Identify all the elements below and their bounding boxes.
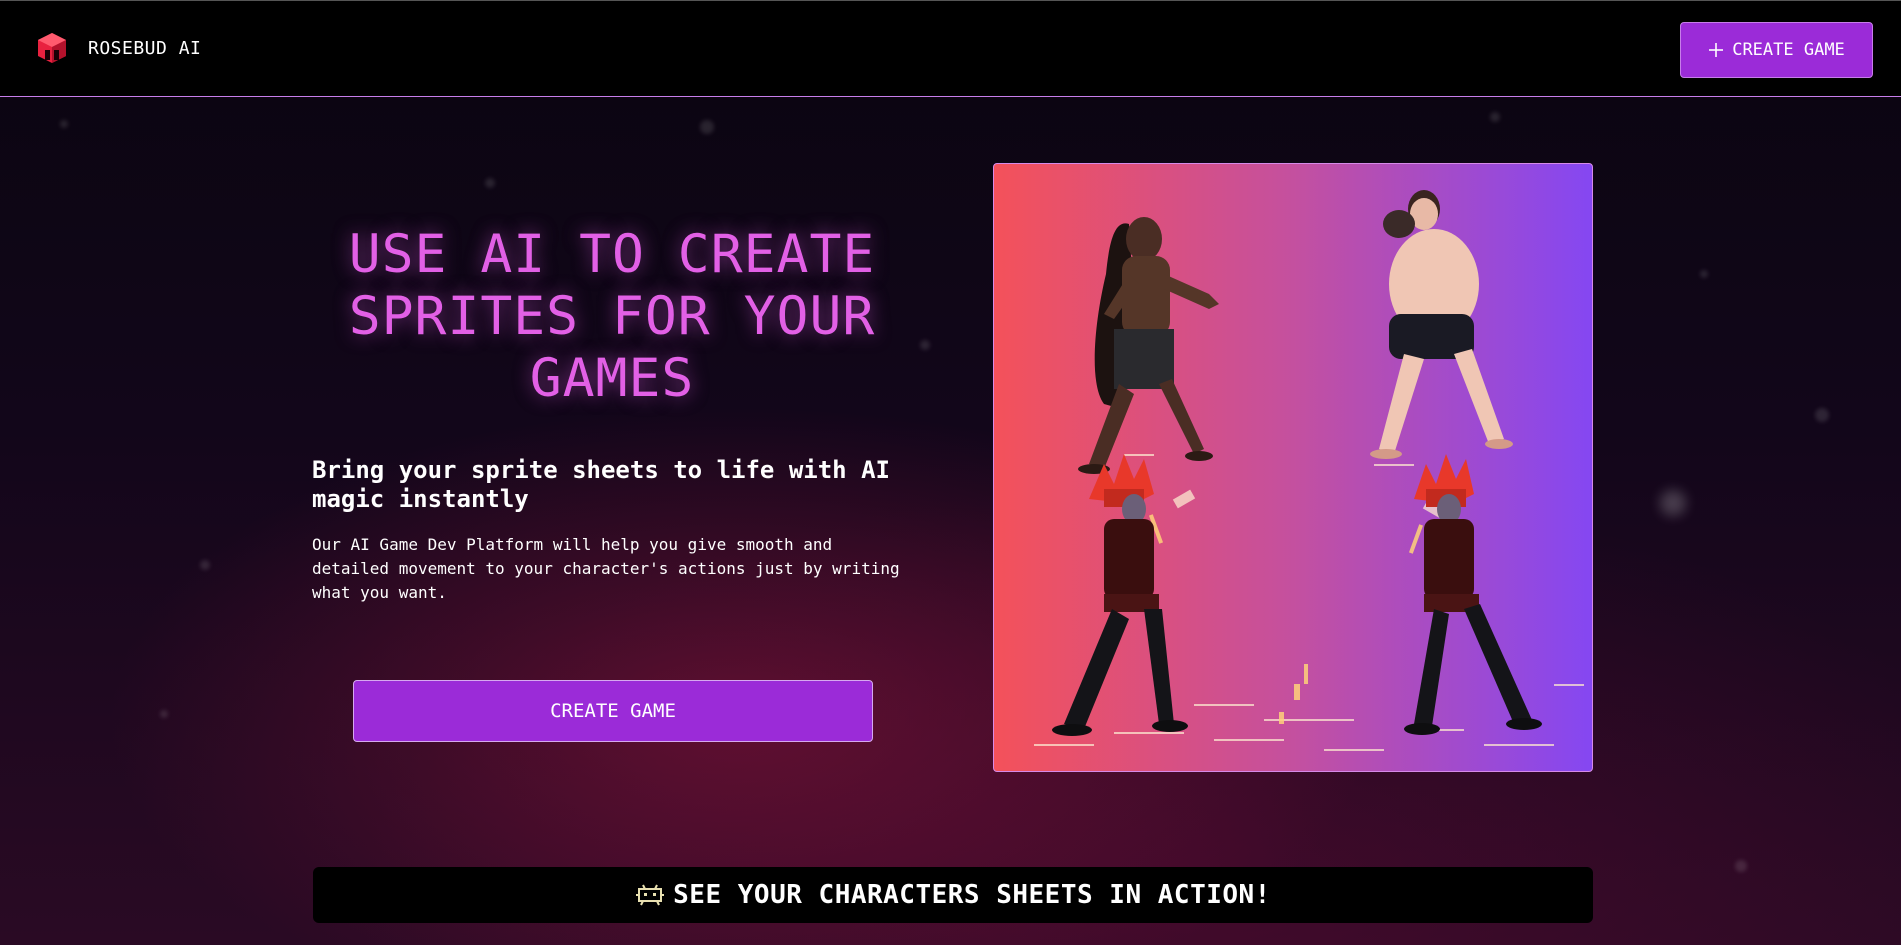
fighter-flame-left — [1052, 454, 1188, 736]
space-invader-icon — [636, 884, 665, 906]
hero-subtitle: Bring your sprite sheets to life with AI… — [312, 456, 890, 513]
create-game-nav-label: CREATE GAME — [1732, 40, 1845, 60]
fighter-flame-right — [1404, 454, 1542, 735]
plus-icon — [1709, 43, 1724, 57]
fighter-brawler — [1370, 190, 1513, 459]
create-game-hero-button[interactable]: CREATE GAME — [353, 680, 873, 742]
page: ROSEBUD AI CREATE GAME USE AI TO CREATE … — [0, 0, 1901, 945]
hero-description: Our AI Game Dev Platform will help you g… — [312, 535, 900, 602]
banner-text: SEE YOUR CHARACTERS SHEETS IN ACTION! — [673, 880, 1271, 910]
sprite-sheet-fighters-image — [1034, 190, 1584, 751]
background-star — [700, 120, 714, 134]
brand[interactable]: ROSEBUD AI — [36, 32, 201, 64]
background-star — [1660, 490, 1686, 516]
background-star — [160, 710, 168, 718]
fighter-long-hair — [1078, 217, 1219, 474]
sprite-sheet-preview — [993, 163, 1593, 772]
background-star — [200, 560, 210, 570]
background-star — [1490, 112, 1500, 122]
top-navbar: ROSEBUD AI CREATE GAME — [0, 0, 1901, 97]
create-game-nav-button[interactable]: CREATE GAME — [1680, 22, 1873, 78]
background-star — [1735, 860, 1747, 872]
brand-name: ROSEBUD AI — [88, 37, 202, 59]
background-star — [60, 120, 68, 128]
hero-title: USE AI TO CREATE SPRITES FOR YOUR GAMES — [348, 224, 876, 409]
background-star — [920, 340, 930, 350]
rosebud-cube-logo-icon — [38, 33, 66, 63]
background-star — [485, 178, 495, 188]
background-star — [1815, 408, 1829, 422]
background-star — [1700, 270, 1708, 278]
see-in-action-banner[interactable]: SEE YOUR CHARACTERS SHEETS IN ACTION! — [313, 867, 1593, 923]
create-game-hero-label: CREATE GAME — [550, 700, 676, 722]
